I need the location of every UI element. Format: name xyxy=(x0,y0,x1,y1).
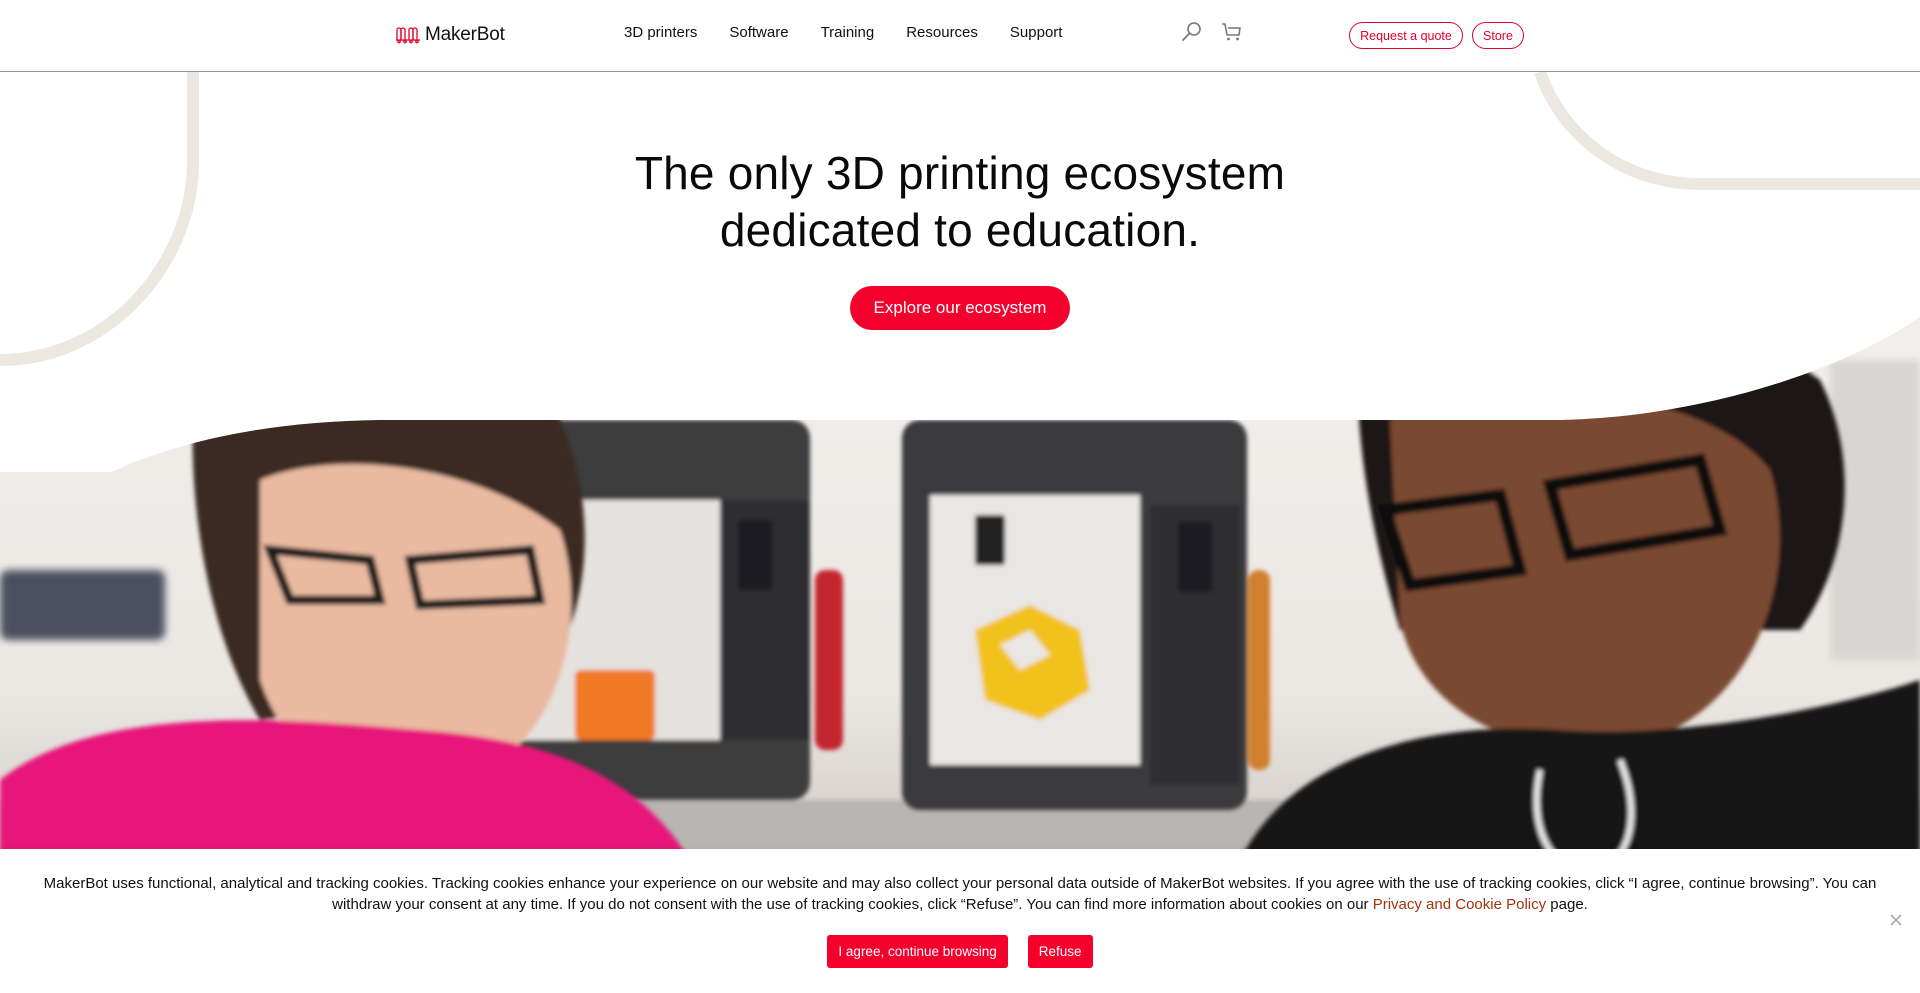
hero-image xyxy=(0,300,1920,860)
nav-software[interactable]: Software xyxy=(729,24,788,41)
cookie-text-end: page. xyxy=(1546,896,1588,913)
cookie-text-main: MakerBot uses functional, analytical and… xyxy=(43,875,1877,913)
logo-text: MakerBot xyxy=(425,24,505,45)
main-nav: 3D printers Software Training Resources … xyxy=(624,24,1062,41)
cookie-actions: I agree, continue browsing Refuse xyxy=(0,935,1920,968)
explore-ecosystem-button[interactable]: Explore our ecosystem xyxy=(850,286,1070,330)
nav-resources[interactable]: Resources xyxy=(906,24,978,41)
hero-title: The only 3D printing ecosystem dedicated… xyxy=(0,145,1920,259)
refuse-button[interactable]: Refuse xyxy=(1027,935,1093,968)
makerbot-logo[interactable]: MakerBot xyxy=(395,24,505,46)
store-button[interactable]: Store xyxy=(1472,22,1524,49)
nav-training[interactable]: Training xyxy=(821,24,875,41)
cookie-close-button[interactable] xyxy=(1886,910,1906,930)
close-icon xyxy=(1890,914,1902,926)
makerbot-logo-icon xyxy=(396,27,420,44)
site-header: MakerBot 3D printers Software Training R… xyxy=(0,0,1920,72)
cookie-message: MakerBot uses functional, analytical and… xyxy=(40,873,1880,915)
agree-button[interactable]: I agree, continue browsing xyxy=(827,935,1008,968)
hero-photo-illustration xyxy=(0,300,1920,860)
hero-title-line-1: The only 3D printing ecosystem xyxy=(634,147,1286,199)
nav-3d-printers[interactable]: 3D printers xyxy=(624,24,697,41)
cookie-banner: MakerBot uses functional, analytical and… xyxy=(0,849,1920,993)
privacy-policy-link[interactable]: Privacy and Cookie Policy xyxy=(1373,896,1546,913)
search-icon xyxy=(1182,22,1201,41)
cart-icon xyxy=(1222,23,1241,41)
search-button[interactable] xyxy=(1180,20,1204,44)
request-quote-button[interactable]: Request a quote xyxy=(1349,22,1463,49)
cart-button[interactable] xyxy=(1220,20,1244,44)
nav-support[interactable]: Support xyxy=(1010,24,1063,41)
hero-title-line-2: dedicated to education. xyxy=(719,204,1201,256)
